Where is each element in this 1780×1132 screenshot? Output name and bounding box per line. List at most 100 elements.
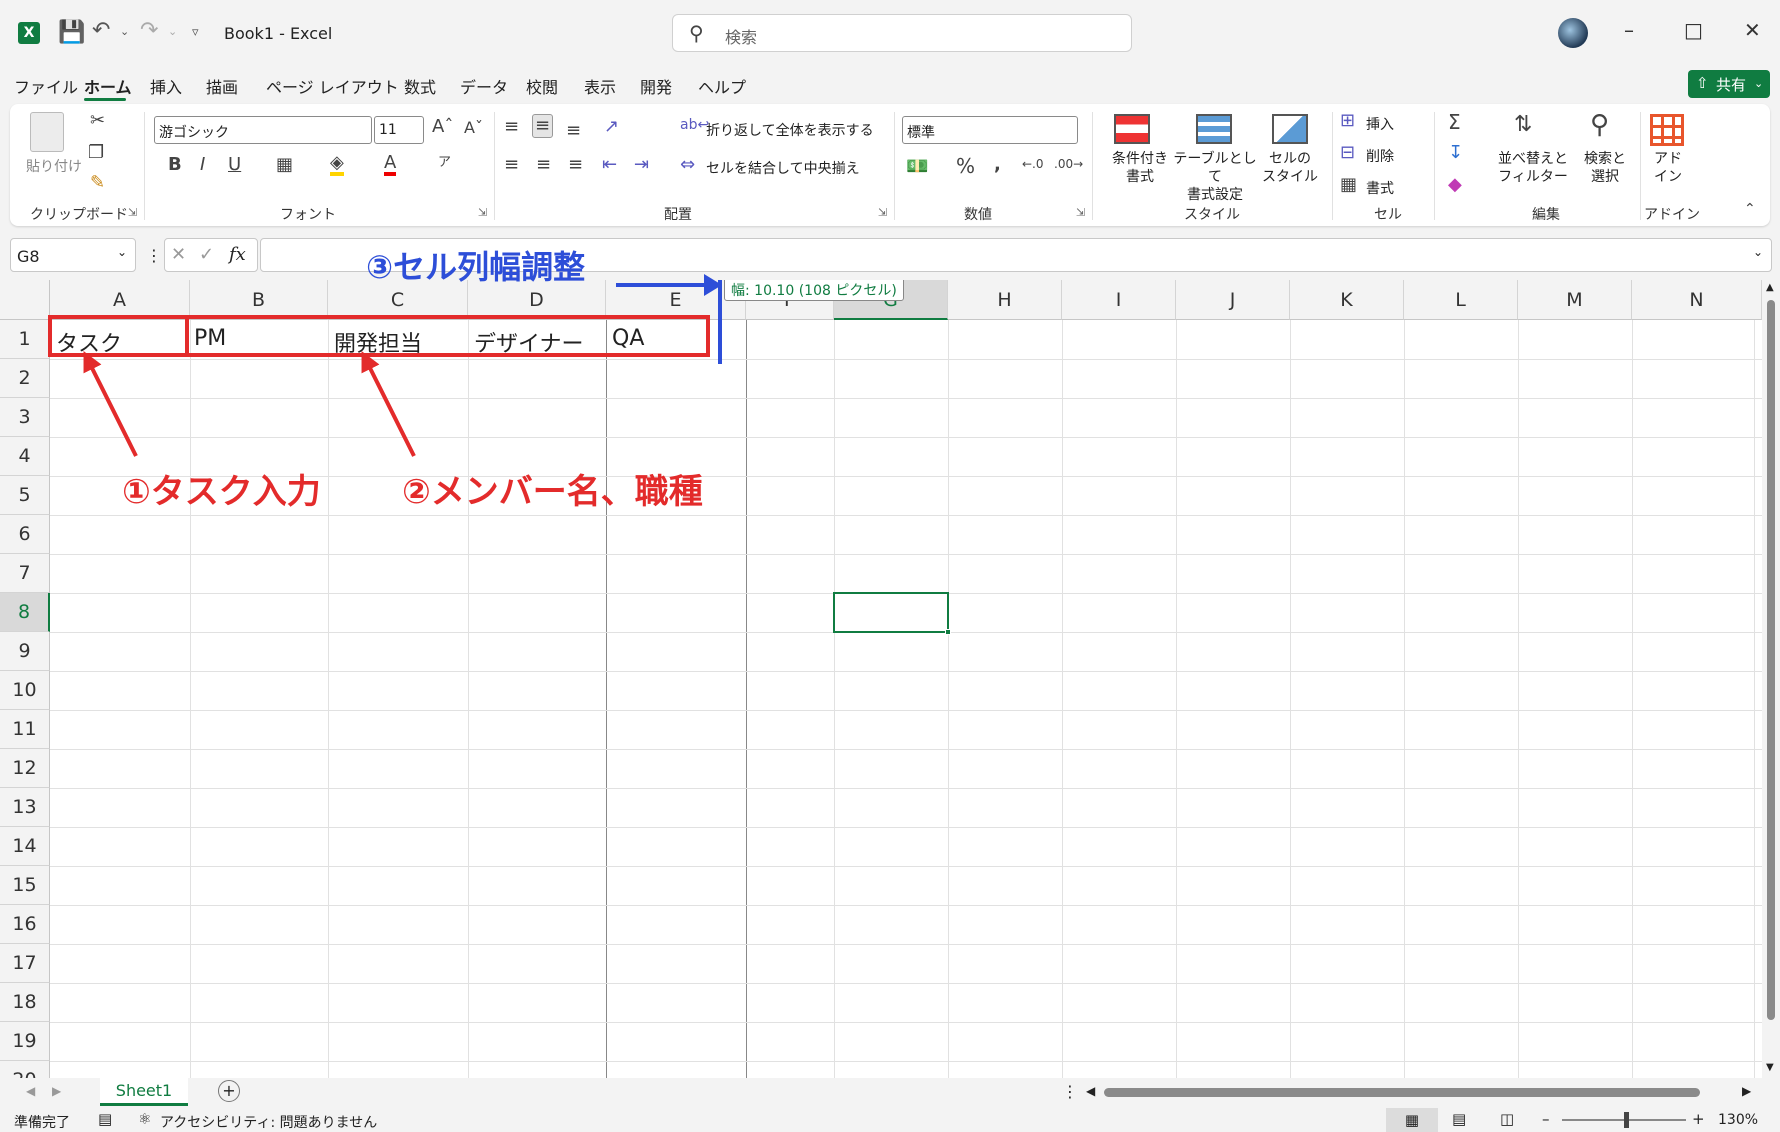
close-icon[interactable]: ✕: [1744, 18, 1761, 42]
phonetic-icon[interactable]: ア: [438, 156, 451, 169]
macro-record-icon[interactable]: ▤: [98, 1110, 112, 1128]
insert-function-icon[interactable]: fx: [229, 244, 246, 265]
align-center-icon[interactable]: ≡: [536, 156, 551, 174]
font-name-select[interactable]: 游ゴシック: [154, 116, 372, 144]
menu-help[interactable]: ヘルプ: [698, 74, 746, 98]
find-select-icon[interactable]: ⚲: [1590, 112, 1609, 138]
normal-view-icon[interactable]: ▦: [1386, 1108, 1438, 1132]
decrease-decimal-icon[interactable]: .00→: [1054, 158, 1083, 170]
row-header[interactable]: 17: [0, 944, 50, 983]
row-header[interactable]: 9: [0, 632, 50, 671]
row-header[interactable]: 13: [0, 788, 50, 827]
search-box[interactable]: ⚲ 検索: [672, 14, 1132, 52]
row-header[interactable]: 12: [0, 749, 50, 788]
menu-file[interactable]: ファイル: [14, 74, 78, 98]
expand-formula-icon[interactable]: ⌄: [1753, 245, 1763, 259]
column-header[interactable]: H: [948, 280, 1062, 320]
undo-dropdown-icon[interactable]: ⌄: [120, 26, 129, 37]
page-break-view-icon[interactable]: ◫: [1500, 1110, 1514, 1128]
accounting-format-icon[interactable]: 💵: [906, 158, 928, 176]
share-button[interactable]: ⇧ 共有 ⌄: [1688, 70, 1770, 98]
zoom-level[interactable]: 130%: [1718, 1112, 1758, 1128]
fill-color-icon[interactable]: ◈: [330, 154, 344, 176]
row-header[interactable]: 5: [0, 476, 50, 515]
minimize-icon[interactable]: –: [1624, 18, 1634, 42]
find-select-button[interactable]: 検索と 選択: [1570, 150, 1640, 186]
maximize-icon[interactable]: □: [1684, 18, 1703, 42]
add-ins-icon[interactable]: [1650, 114, 1684, 146]
sort-filter-icon[interactable]: ⇅: [1514, 114, 1532, 136]
row-header[interactable]: 6: [0, 515, 50, 554]
row-header[interactable]: 7: [0, 554, 50, 593]
scroll-up-icon[interactable]: ▲: [1766, 282, 1774, 293]
conditional-formatting-button[interactable]: 条件付き 書式: [1102, 150, 1178, 186]
worksheet-grid[interactable]: A B C D E F G H I J K L M N 1 2 3 4 5 6 …: [0, 280, 1762, 1078]
font-color-icon[interactable]: A: [384, 154, 397, 176]
autosum-icon[interactable]: Σ: [1448, 112, 1461, 132]
underline-button[interactable]: U: [228, 156, 241, 174]
accessibility-icon[interactable]: ⚛: [138, 1110, 151, 1128]
italic-button[interactable]: I: [200, 156, 205, 174]
column-header[interactable]: K: [1290, 280, 1404, 320]
menu-data[interactable]: データ: [460, 74, 508, 98]
row-header[interactable]: 18: [0, 983, 50, 1022]
cancel-icon[interactable]: ✕: [171, 244, 186, 265]
page-layout-view-icon[interactable]: ▤: [1452, 1110, 1466, 1128]
row-header[interactable]: 11: [0, 710, 50, 749]
clipboard-launcher-icon[interactable]: ⇲: [128, 206, 137, 219]
row-header[interactable]: 20: [0, 1061, 50, 1078]
wrap-text-icon[interactable]: ab↩: [680, 118, 709, 132]
fill-handle[interactable]: [945, 629, 951, 635]
format-cells-icon[interactable]: ▦: [1340, 176, 1357, 194]
align-bottom-icon[interactable]: ≡: [566, 122, 581, 140]
zoom-out-icon[interactable]: –: [1542, 1110, 1550, 1128]
vertical-scrollbar[interactable]: ▲ ▼: [1762, 280, 1780, 1078]
menu-formulas[interactable]: 数式: [404, 74, 436, 98]
conditional-formatting-icon[interactable]: [1114, 114, 1150, 144]
menu-view[interactable]: 表示: [584, 74, 616, 98]
paste-button[interactable]: 貼り付け: [26, 156, 82, 176]
align-top-icon[interactable]: ≡: [504, 118, 519, 136]
wrap-text-button[interactable]: 折り返して全体を表示する: [706, 120, 874, 140]
format-as-table-button[interactable]: テーブルとして 書式設定: [1170, 150, 1260, 204]
paste-icon[interactable]: [30, 112, 64, 152]
font-launcher-icon[interactable]: ⇲: [478, 206, 487, 219]
add-ins-button[interactable]: アド イン: [1644, 150, 1692, 186]
column-header[interactable]: N: [1632, 280, 1762, 320]
column-header[interactable]: M: [1518, 280, 1632, 320]
prev-sheet-icon[interactable]: ◀: [26, 1084, 35, 1098]
cell-styles-icon[interactable]: [1272, 114, 1308, 144]
sheet-tab-sheet1[interactable]: Sheet1: [100, 1078, 188, 1106]
sort-filter-button[interactable]: 並べ替えと フィルター: [1496, 150, 1570, 186]
column-header[interactable]: L: [1404, 280, 1518, 320]
align-middle-icon[interactable]: ≡: [532, 114, 554, 138]
comma-style-icon[interactable]: ,: [994, 156, 1001, 174]
number-format-select[interactable]: 標準: [902, 116, 1078, 144]
alignment-launcher-icon[interactable]: ⇲: [878, 206, 887, 219]
delete-cells-icon[interactable]: ⊟: [1340, 144, 1355, 162]
clear-icon[interactable]: ◆: [1448, 176, 1462, 194]
insert-cells-button[interactable]: 挿入: [1366, 114, 1394, 134]
accessibility-status[interactable]: アクセシビリティ: 問題ありません: [160, 1112, 377, 1132]
merge-center-button[interactable]: セルを結合して中央揃え: [706, 158, 860, 178]
redo-dropdown-icon[interactable]: ⌄: [168, 26, 177, 37]
row-header-selected[interactable]: 8: [0, 593, 50, 632]
align-right-icon[interactable]: ≡: [568, 156, 583, 174]
menu-page-layout[interactable]: ページ レイアウト: [266, 74, 399, 98]
menu-draw[interactable]: 描画: [206, 74, 238, 98]
row-header[interactable]: 14: [0, 827, 50, 866]
zoom-in-icon[interactable]: +: [1692, 1110, 1705, 1128]
active-cell-g8[interactable]: [833, 592, 949, 633]
customize-quick-access-icon[interactable]: ▿: [192, 26, 199, 39]
menu-insert[interactable]: 挿入: [150, 74, 182, 98]
font-size-select[interactable]: 11: [374, 116, 424, 144]
tab-splitter-icon[interactable]: ⋮: [1062, 1082, 1078, 1101]
cut-icon[interactable]: ✂: [90, 112, 105, 130]
more-options-icon[interactable]: ⋮: [146, 246, 162, 265]
name-box[interactable]: G8 ⌄: [10, 238, 136, 272]
vertical-scroll-thumb[interactable]: [1767, 300, 1775, 1020]
row-header[interactable]: 15: [0, 866, 50, 905]
cell-styles-button[interactable]: セルの スタイル: [1254, 150, 1326, 186]
orientation-icon[interactable]: ↗: [604, 118, 619, 136]
delete-cells-button[interactable]: 削除: [1366, 146, 1394, 166]
